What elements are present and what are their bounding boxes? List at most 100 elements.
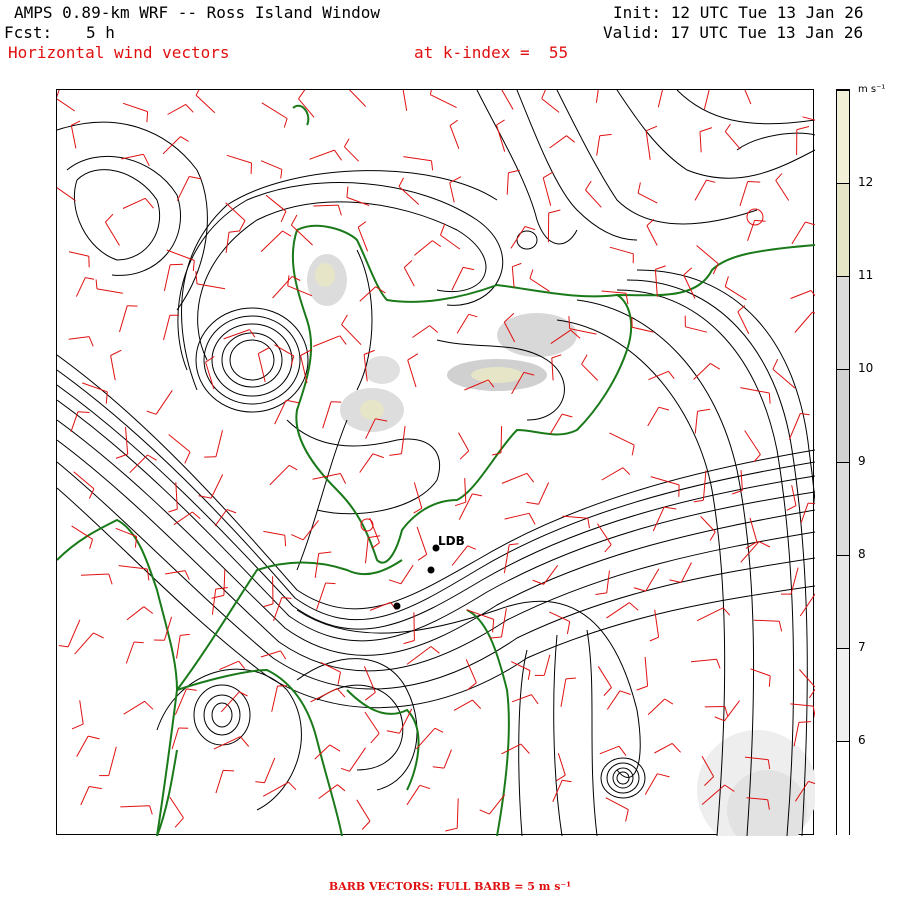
wind-barb-shaft: [549, 135, 567, 149]
wind-barb-shaft: [165, 570, 186, 575]
wind-barb-shaft: [449, 125, 460, 149]
wind-barb-flag: [403, 260, 413, 268]
wind-barb-flag: [93, 632, 104, 639]
wind-barb-flag: [658, 406, 670, 411]
wind-barb-flag: [337, 784, 346, 792]
wind-barb-shaft: [503, 544, 510, 574]
map-panel[interactable]: LDB: [56, 89, 815, 836]
wind-barb-flag: [527, 670, 531, 680]
wind-barb-flag: [604, 544, 612, 553]
wind-barb-shaft: [70, 125, 77, 149]
wind-barb-shaft: [57, 187, 76, 202]
wind-barb-flag: [340, 473, 347, 484]
wind-barb-flag: [565, 677, 577, 680]
wind-barb-flag: [454, 501, 466, 507]
wind-barb-shaft: [167, 103, 186, 115]
wind-barb-shaft: [120, 805, 150, 808]
wind-barb-flag: [223, 769, 235, 772]
wind-barb-shaft: [196, 283, 226, 290]
map-canvas: LDB: [57, 90, 815, 836]
wind-barb-flag: [198, 495, 212, 499]
wind-barb-shaft: [753, 619, 780, 622]
wind-barb-flag: [664, 506, 677, 510]
wind-speed-shading: [307, 254, 815, 836]
wind-barb-shaft: [744, 430, 761, 455]
wind-barb-flag: [566, 135, 576, 143]
wind-barb-shaft: [119, 305, 128, 333]
wind-barb-flag: [432, 240, 442, 248]
wind-barb-flag: [283, 118, 288, 128]
wind-barb-flag: [85, 277, 95, 280]
wind-barb-shaft: [80, 786, 90, 806]
wind-barb-shaft: [121, 153, 144, 160]
wind-barb-shaft: [225, 202, 246, 221]
wind-barb-shaft: [155, 390, 173, 415]
map-title: AMPS 0.89-km WRF -- Ross Island Window: [14, 3, 381, 22]
wind-barb-flag: [649, 636, 659, 642]
wind-barb-flag: [417, 553, 427, 561]
wind-barb-flag: [724, 706, 729, 717]
wind-barb-shaft: [211, 589, 217, 615]
wind-barb-shaft: [356, 799, 371, 822]
wind-barb-flag: [280, 169, 283, 179]
wind-barb-flag: [479, 809, 490, 815]
wind-barb-flag: [449, 119, 458, 126]
colorbar-label-11: 11: [858, 268, 874, 282]
wind-barb-shaft: [800, 502, 809, 524]
wind-barb-shaft: [260, 230, 283, 252]
forecast-hours: 5 h: [86, 23, 115, 42]
wind-barb-shaft: [609, 246, 634, 255]
wind-barb-flag: [646, 219, 655, 226]
wind-barb-shaft: [314, 553, 320, 578]
wind-barb-flag: [445, 827, 458, 832]
wind-barb-flag: [524, 226, 536, 231]
wind-barb-flag: [364, 692, 376, 701]
wind-barb-flag: [472, 493, 483, 497]
wind-barb-shaft: [126, 606, 145, 621]
wind-barb-shaft: [739, 181, 749, 207]
wind-barb-shaft: [504, 512, 530, 520]
wind-barb-flag: [146, 410, 157, 415]
wind-barb-shaft: [772, 368, 796, 389]
wind-barb-shaft: [195, 94, 216, 114]
wind-barb-flag: [812, 311, 815, 314]
wind-barb-shaft: [501, 743, 522, 755]
wind-barb-flag: [512, 262, 522, 268]
wind-barb-flag: [430, 646, 440, 654]
wind-barb-shaft: [213, 736, 241, 750]
wind-barb-flag: [509, 543, 519, 546]
wind-barb-shaft: [647, 406, 660, 427]
wind-barb-flag: [671, 743, 681, 753]
colorbar-label-6: 6: [858, 733, 866, 747]
wind-barb-flag: [371, 542, 380, 549]
wind-barb-shaft: [108, 746, 117, 776]
wind-barb-shaft: [724, 700, 741, 722]
wind-barb-shaft: [225, 232, 230, 253]
wind-barb-flag: [556, 774, 566, 782]
wind-barb-shaft: [696, 607, 724, 622]
wind-barb-flag: [798, 721, 812, 723]
wind-barb-shaft: [348, 90, 367, 107]
station-dot-2[interactable]: [427, 566, 435, 574]
wind-barb-flag: [664, 698, 674, 705]
wind-barb-shaft: [557, 753, 566, 776]
wind-barb-flag: [463, 266, 475, 271]
wind-barb-flag: [631, 445, 635, 456]
wind-speed-colorbar: [836, 89, 850, 836]
wind-barb-shaft: [176, 176, 190, 201]
wind-barb-shaft: [606, 690, 621, 710]
wind-barb-flag: [280, 650, 287, 660]
wind-barb-shaft: [597, 666, 612, 688]
wind-barb-shaft: [316, 582, 327, 610]
wind-barb-shaft: [369, 601, 391, 611]
wind-barb-shaft: [274, 400, 287, 425]
wind-barb-shaft: [349, 747, 367, 772]
wind-barb-shaft: [68, 251, 89, 257]
station-dot-3[interactable]: [393, 602, 401, 610]
wind-barb-shaft: [263, 530, 285, 536]
wind-barb-flag: [496, 119, 505, 126]
colorbar-segment-3: [837, 276, 849, 369]
wind-barb-flag: [562, 779, 572, 783]
wind-barb-flag: [240, 736, 250, 747]
wind-barb-shaft: [359, 286, 376, 302]
